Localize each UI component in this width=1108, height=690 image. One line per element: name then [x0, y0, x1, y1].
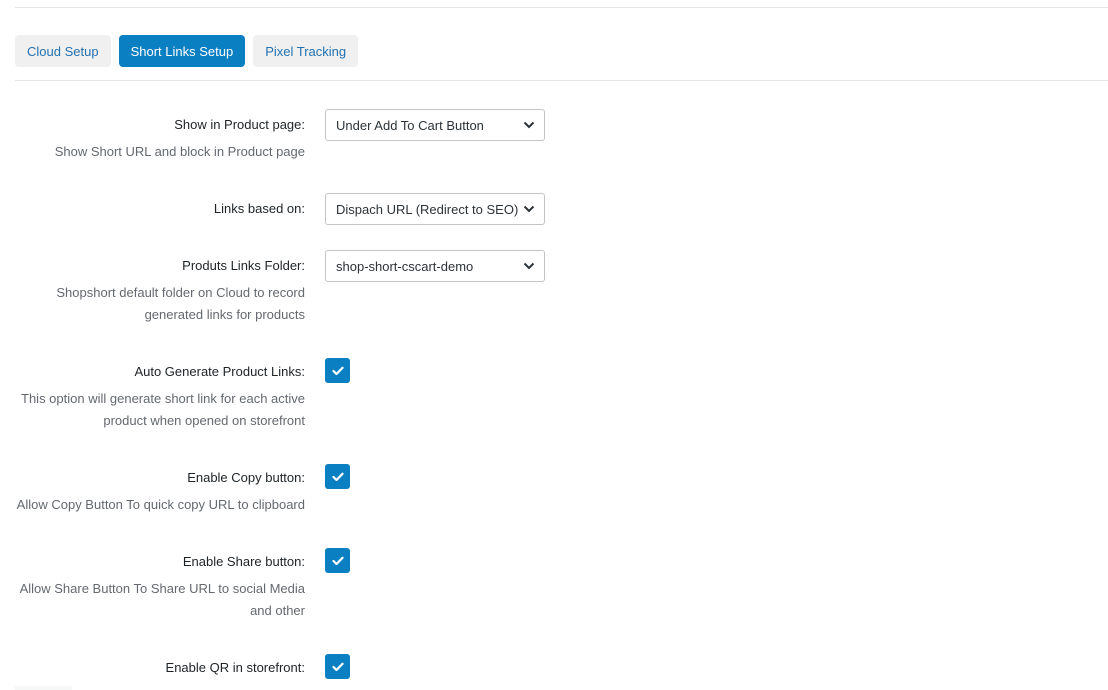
products-links-folder-select[interactable]: shop-short-cscart-demo — [325, 250, 545, 282]
tabs-divider — [15, 80, 1108, 81]
links-based-on-value: Dispach URL (Redirect to SEO) — [336, 201, 519, 217]
products-links-folder-description-line1: Shopshort default folder on Cloud to rec… — [56, 285, 305, 300]
products-links-folder-label: Produts Links Folder: — [182, 258, 305, 273]
check-icon — [331, 662, 344, 671]
chevron-down-icon — [522, 202, 536, 216]
tab-short-links-setup[interactable]: Short Links Setup — [118, 35, 246, 67]
auto-generate-label: Auto Generate Product Links: — [134, 364, 305, 379]
show-in-product-page-select[interactable]: Under Add To Cart Button — [325, 109, 545, 141]
show-in-product-page-description: Show Short URL and block in Product page — [54, 144, 305, 159]
enable-share-label: Enable Share button: — [182, 554, 305, 569]
products-links-folder-value: shop-short-cscart-demo — [336, 258, 474, 274]
settings-tabs: Cloud Setup Short Links Setup Pixel Trac… — [15, 35, 359, 67]
chevron-down-icon — [522, 118, 536, 132]
enable-qr-label: Enable QR in storefront: — [165, 660, 305, 675]
top-divider — [15, 7, 1108, 8]
show-in-product-page-value: Under Add To Cart Button — [336, 117, 484, 133]
enable-qr-checkbox[interactable] — [325, 654, 350, 679]
check-icon — [331, 366, 344, 375]
enable-share-description-line2: and other — [250, 603, 305, 618]
enable-share-checkbox[interactable] — [325, 548, 350, 573]
links-based-on-select[interactable]: Dispach URL (Redirect to SEO) — [325, 193, 545, 225]
auto-generate-description-line1: This option will generate short link for… — [21, 391, 305, 406]
enable-share-description-line1: Allow Share Button To Share URL to socia… — [19, 581, 305, 596]
tab-cloud-setup[interactable]: Cloud Setup — [15, 35, 111, 67]
check-icon — [331, 556, 344, 565]
enable-copy-checkbox[interactable] — [325, 464, 350, 489]
enable-copy-description: Allow Copy Button To quick copy URL to c… — [16, 497, 305, 512]
links-based-on-label: Links based on: — [213, 201, 305, 216]
show-in-product-page-label: Show in Product page: — [174, 117, 305, 132]
products-links-folder-description-line2: generated links for products — [144, 307, 305, 322]
enable-copy-label: Enable Copy button: — [187, 470, 305, 485]
check-icon — [331, 472, 344, 481]
chevron-down-icon — [522, 259, 536, 273]
auto-generate-description-line2: product when opened on storefront — [103, 413, 305, 428]
tab-pixel-tracking[interactable]: Pixel Tracking — [253, 35, 359, 67]
partially-visible-button — [15, 686, 72, 690]
auto-generate-checkbox[interactable] — [325, 358, 350, 383]
